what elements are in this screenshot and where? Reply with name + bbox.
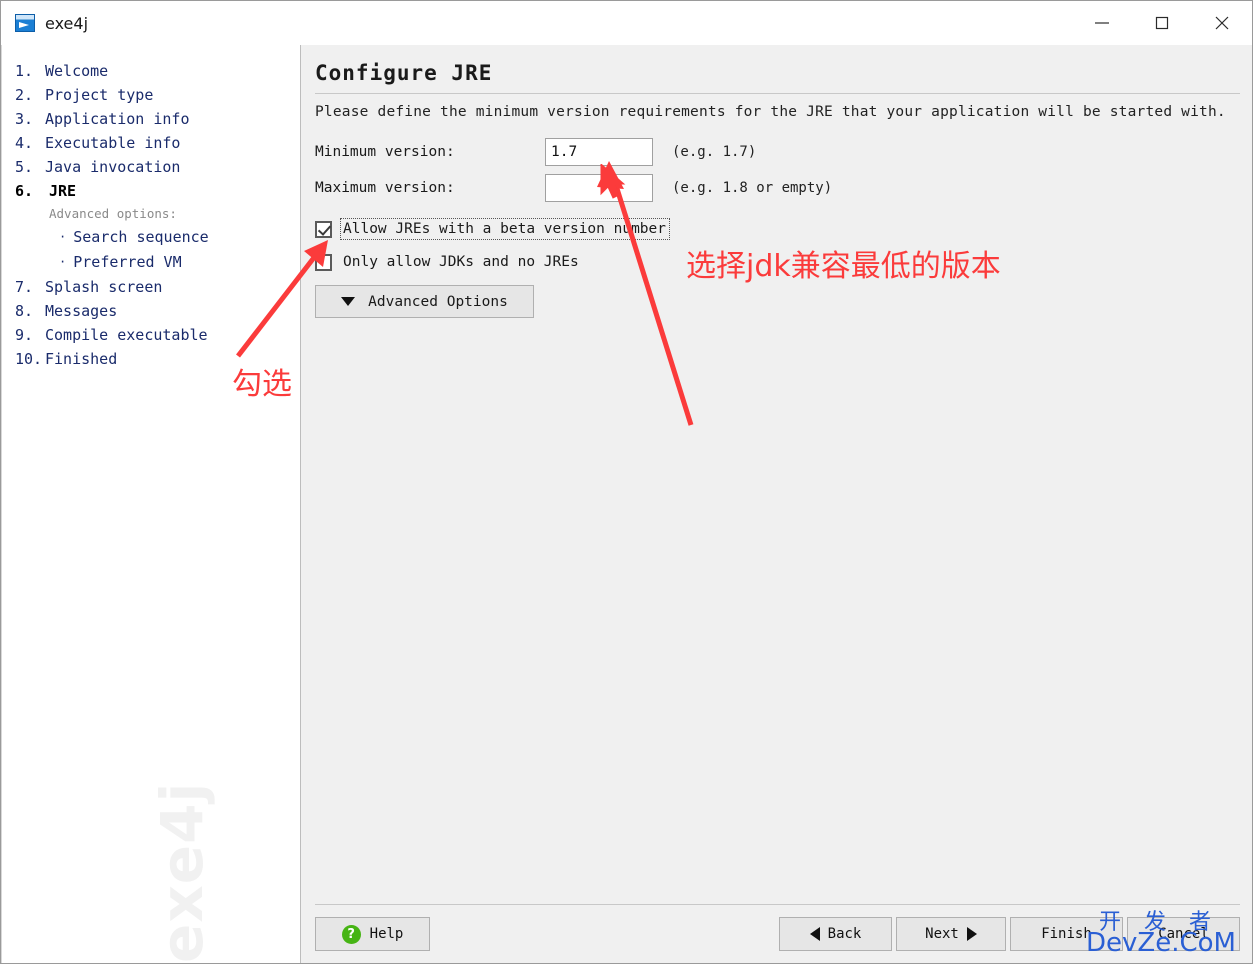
maximum-version-input[interactable] [545, 174, 653, 202]
advanced-options-heading: Advanced options: [49, 206, 177, 221]
allow-beta-jre-row[interactable]: Allow JREs with a beta version number [315, 218, 1240, 240]
sidebar-item-executable-info[interactable]: 4. Executable info [15, 131, 300, 155]
help-button[interactable]: ? Help [315, 917, 430, 951]
step-number: 5. [15, 158, 34, 176]
page-title: Configure JRE [315, 61, 493, 85]
only-jdk-row[interactable]: Only allow JDKs and no JREs [315, 252, 1240, 272]
minimum-version-input[interactable] [545, 138, 653, 166]
sidebar-item-compile-executable[interactable]: 9. Compile executable [15, 323, 300, 347]
title-bar-left: exe4j [1, 14, 88, 33]
next-button-label: Next [925, 926, 959, 942]
step-number: 6. [15, 182, 34, 200]
wizard-nav-buttons: Back Next Finish Cancel [779, 917, 1240, 951]
cancel-button[interactable]: Cancel [1127, 917, 1240, 951]
title-divider [315, 93, 1240, 94]
wizard-step-sidebar: 1. Welcome 2. Project type 3. Applicatio… [1, 45, 301, 963]
checkbox-group: Allow JREs with a beta version number On… [315, 218, 1240, 272]
maximum-version-hint: (e.g. 1.8 or empty) [672, 180, 833, 196]
step-label: Application info [45, 110, 190, 128]
step-label: Executable info [45, 134, 181, 152]
step-label: Welcome [45, 62, 109, 80]
step-number: 3. [15, 110, 34, 128]
window-controls [1072, 1, 1252, 45]
sidebar-item-java-invocation[interactable]: 5. Java invocation [15, 155, 300, 179]
next-button[interactable]: Next [896, 917, 1006, 951]
help-button-label: Help [369, 926, 404, 942]
triangle-right-icon [966, 927, 977, 941]
step-label: Splash screen [45, 278, 163, 296]
finish-button[interactable]: Finish [1010, 917, 1123, 951]
footer-button-bar: ? Help Back Next Finish Cancel [301, 905, 1252, 963]
maximize-icon[interactable] [1132, 1, 1192, 45]
sidebar-item-search-sequence[interactable]: · Search sequence [15, 225, 300, 250]
wizard-step-list: 1. Welcome 2. Project type 3. Applicatio… [1, 45, 300, 371]
sidebar-item-messages[interactable]: 8. Messages [15, 299, 300, 323]
back-button[interactable]: Back [779, 917, 892, 951]
allow-beta-jre-label[interactable]: Allow JREs with a beta version number [339, 218, 671, 240]
step-number: 7. [15, 278, 34, 296]
step-label: Project type [45, 86, 154, 104]
sidebar-item-splash-screen[interactable]: 7. Splash screen [15, 275, 300, 299]
main-panel: Configure JRE Please define the minimum … [301, 45, 1252, 963]
close-icon[interactable] [1192, 1, 1252, 45]
cancel-button-label: Cancel [1158, 926, 1209, 942]
intro-text: Please define the minimum version requir… [315, 104, 1226, 120]
step-number: 10. [15, 350, 43, 368]
step-label: Java invocation [45, 158, 181, 176]
bullet-icon: · [59, 255, 67, 269]
sidebar-item-application-info[interactable]: 3. Application info [15, 107, 300, 131]
help-circle-icon: ? [341, 924, 361, 944]
maximum-version-label: Maximum version: [315, 180, 455, 196]
sidebar-item-project-type[interactable]: 2. Project type [15, 83, 300, 107]
app-window-rocket-icon [15, 14, 35, 32]
finish-button-label: Finish [1041, 926, 1092, 942]
minimize-icon[interactable] [1072, 1, 1132, 45]
advanced-options-button-label: Advanced Options [368, 293, 508, 310]
step-number: 9. [15, 326, 34, 344]
step-label: Compile executable [45, 326, 208, 344]
triangle-left-icon [809, 927, 820, 941]
exe4j-watermark: exe4j [148, 781, 216, 963]
step-label: JRE [49, 182, 77, 200]
step-label: Preferred VM [73, 253, 182, 271]
step-label: Messages [45, 302, 118, 320]
minimum-version-label: Minimum version: [315, 144, 455, 160]
main-content: Configure JRE Please define the minimum … [301, 45, 1252, 904]
step-label: Finished [45, 350, 118, 368]
step-number: 1. [15, 62, 34, 80]
maximum-version-row: Maximum version: (e.g. 1.8 or empty) [315, 174, 1240, 202]
window-title: exe4j [45, 13, 89, 33]
only-jdk-checkbox[interactable] [315, 253, 332, 271]
step-number: 2. [15, 86, 34, 104]
step-label: Search sequence [73, 228, 209, 246]
minimum-version-row: Minimum version: (e.g. 1.7) [315, 138, 1240, 166]
window-body: 1. Welcome 2. Project type 3. Applicatio… [1, 45, 1252, 963]
only-jdk-label[interactable]: Only allow JDKs and no JREs [341, 252, 582, 272]
sidebar-item-jre[interactable]: 6. JRE [15, 179, 300, 203]
allow-beta-jre-checkbox[interactable] [315, 220, 332, 238]
exe4j-wizard-window: exe4j 1. Welcome 2. Project type 3. Appl… [0, 0, 1253, 964]
chevron-down-icon [341, 297, 356, 306]
sidebar-item-finished[interactable]: 10. Finished [15, 347, 300, 371]
advanced-options-button[interactable]: Advanced Options [315, 285, 534, 318]
bullet-icon: · [59, 230, 67, 244]
sidebar-item-preferred-vm[interactable]: · Preferred VM [15, 250, 300, 275]
back-button-label: Back [827, 926, 862, 942]
sidebar-item-welcome[interactable]: 1. Welcome [15, 59, 300, 83]
minimum-version-hint: (e.g. 1.7) [672, 144, 757, 160]
step-number: 8. [15, 302, 34, 320]
title-bar: exe4j [1, 1, 1252, 45]
step-number: 4. [15, 134, 34, 152]
